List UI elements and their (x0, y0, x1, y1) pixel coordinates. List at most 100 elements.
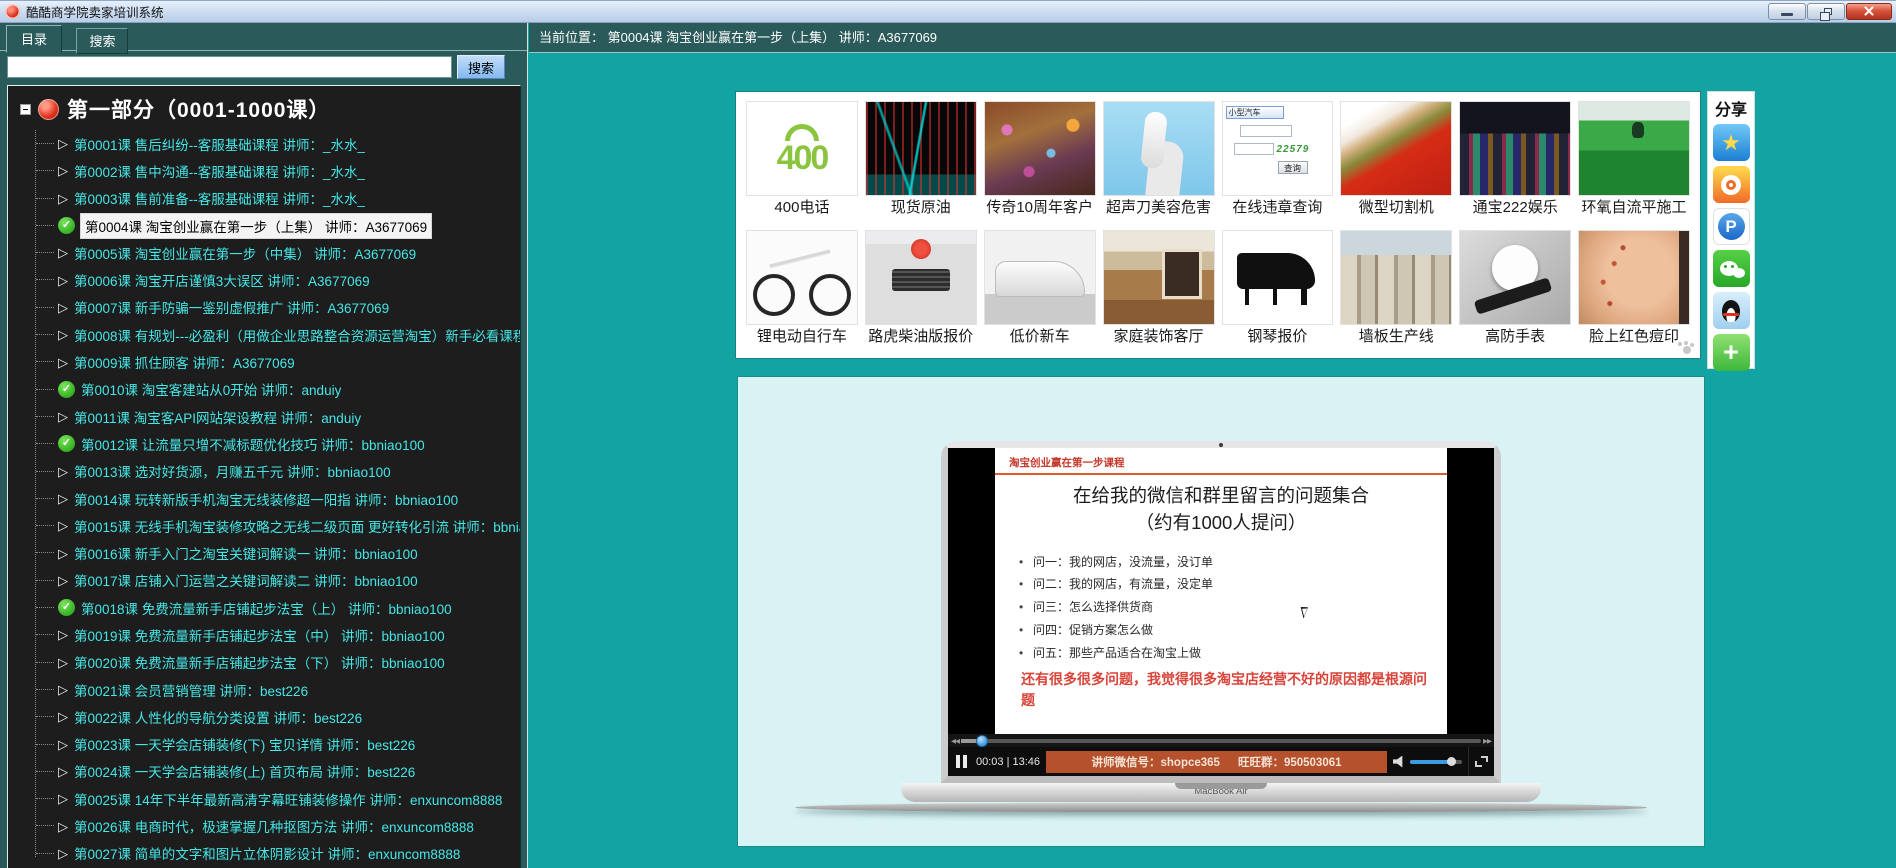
course-item-0011[interactable]: ▷第0011课 淘宝客API网站架设教程 讲师：anduiy (8, 403, 520, 430)
course-item-0022[interactable]: ▷第0022课 人性化的导航分类设置 讲师：best226 (8, 703, 520, 730)
seek-thumb[interactable] (976, 735, 988, 747)
ad-item[interactable]: 墙板生产线 (1340, 230, 1452, 349)
course-label: 第0006课 淘宝开店谨慎3大误区 讲师：A3677069 (74, 270, 370, 290)
course-item-0020[interactable]: ▷第0020课 免费流量新手店铺起步法宝（下） 讲师：bbniao100 (8, 649, 520, 676)
course-item-0025[interactable]: ▷第0025课 14年下半年最新高清字幕旺铺装修操作 讲师：enxuncom88… (8, 785, 520, 812)
ad-item[interactable]: 钢琴报价 (1222, 230, 1334, 349)
course-item-0010[interactable]: ✓第0010课 淘宝客建站从0开始 讲师：anduiy (8, 376, 520, 403)
player-controls: 00:03 | 13:46 讲师微信号：shopce365 旺旺群：950503… (948, 747, 1494, 776)
course-item-0006[interactable]: ▷第0006课 淘宝开店谨慎3大误区 讲师：A3677069 (8, 266, 520, 293)
rewind-icon[interactable]: ◀◀ (951, 737, 959, 745)
ad-item[interactable]: 传奇10周年客户 (984, 101, 1096, 220)
course-item-0008[interactable]: ▷第0008课 有规划---必盈利（用做企业思路整合资源运营淘宝）新手必看课程 (8, 321, 520, 348)
tab-directory[interactable]: 目录 (6, 25, 62, 53)
forward-icon[interactable]: ▶▶ (1483, 737, 1491, 745)
pengyou-share-icon[interactable]: P (1713, 208, 1750, 245)
course-item-0019[interactable]: ▷第0019课 免费流量新手店铺起步法宝（中） 讲师：bbniao100 (8, 621, 520, 648)
ad-label: 传奇10周年客户 (984, 196, 1096, 218)
play-icon: ▷ (58, 410, 68, 423)
weibo-share-icon[interactable] (1713, 166, 1750, 203)
search-button[interactable]: 搜索 (457, 55, 505, 79)
time-display: 00:03 | 13:46 (976, 756, 1040, 768)
ad-label: 在线违章查询 (1222, 196, 1334, 218)
course-label: 第0017课 店铺入门运营之关键词解读二 讲师：bbniao100 (74, 570, 418, 590)
ad-item[interactable]: 通宝222娱乐 (1459, 101, 1571, 220)
restore-button[interactable] (1807, 3, 1845, 20)
volume-control (1387, 747, 1468, 776)
course-item-0016[interactable]: ▷第0016课 新手入门之淘宝关键词解读一 讲师：bbniao100 (8, 539, 520, 566)
slide-title-line1: 在给我的微信和群里留言的问题集合 (1073, 485, 1369, 506)
course-item-0021[interactable]: ▷第0021课 会员营销管理 讲师：best226 (8, 676, 520, 703)
ad-item[interactable]: 现货原油 (865, 101, 977, 220)
course-item-0024[interactable]: ▷第0024课 一天学会店铺装修(上) 首页布局 讲师：best226 (8, 758, 520, 785)
laptop-base: MacBook Air (901, 783, 1541, 802)
laptop-shadow (795, 803, 1647, 812)
ad-label: 墙板生产线 (1340, 325, 1452, 347)
fullscreen-button[interactable] (1468, 747, 1494, 776)
more-share-icon[interactable]: + (1713, 334, 1750, 371)
course-item-0005[interactable]: ▷第0005课 淘宝创业赢在第一步（中集） 讲师：A3677069 (8, 239, 520, 266)
course-item-0018[interactable]: ✓第0018课 免费流量新手店铺起步法宝（上） 讲师：bbniao100 (8, 594, 520, 621)
play-icon: ▷ (58, 164, 68, 177)
course-label: 第0014课 玩转新版手机淘宝无线装修超一阳指 讲师：bbniao100 (74, 489, 458, 509)
ad-item[interactable]: 锂电动自行车 (746, 230, 858, 349)
slide-bullet: 问二：我的网店，有流量，没定单 (1019, 573, 1433, 596)
ad-item[interactable]: 家庭装饰客厅 (1103, 230, 1215, 349)
ad-item[interactable]: 超声刀美容危害 (1103, 101, 1215, 220)
course-item-0013[interactable]: ▷第0013课 选对好货源，月赚五千元 讲师：bbniao100 (8, 458, 520, 485)
course-item-0003[interactable]: ▷第0003课 售前准备--客服基础课程 讲师：_水水_ (8, 185, 520, 212)
play-icon: ▷ (58, 656, 68, 669)
seek-track[interactable] (961, 739, 1481, 743)
course-label: 第0016课 新手入门之淘宝关键词解读一 讲师：bbniao100 (74, 543, 418, 563)
slide-bullet: 问三：怎么选择供货商 (1019, 596, 1433, 619)
ad-thumbnail (865, 101, 977, 196)
minimize-button[interactable] (1768, 3, 1806, 20)
course-item-0007[interactable]: ▷第0007课 新手防骗一鉴别虚假推广 讲师：A3677069 (8, 294, 520, 321)
volume-knob[interactable] (1447, 757, 1456, 766)
course-item-0009[interactable]: ▷第0009课 抓住顾客 讲师：A3677069 (8, 348, 520, 375)
ad-item[interactable]: 路虎柴油版报价 (865, 230, 977, 349)
pause-button[interactable] (948, 755, 974, 768)
course-item-0012[interactable]: ✓第0012课 让流量只增不减标题优化技巧 讲师：bbniao100 (8, 430, 520, 457)
qzone-share-icon[interactable]: ★ (1713, 124, 1750, 161)
course-item-0023[interactable]: ▷第0023课 一天学会店铺装修(下) 宝贝详情 讲师：best226 (8, 731, 520, 758)
webcam-icon (1219, 443, 1223, 447)
breadcrumb: 当前位置： 第0004课 淘宝创业赢在第一步（上集） 讲师：A3677069 (529, 23, 1896, 53)
ad-item[interactable]: 微型切割机 (1340, 101, 1452, 220)
volume-fill (1410, 760, 1451, 764)
speaker-icon[interactable] (1393, 756, 1406, 768)
course-item-0017[interactable]: ▷第0017课 店铺入门运营之关键词解读二 讲师：bbniao100 (8, 567, 520, 594)
course-item-0014[interactable]: ▷第0014课 玩转新版手机淘宝无线装修超一阳指 讲师：bbniao100 (8, 485, 520, 512)
video-area[interactable]: 淘宝创业赢在第一步课程 在给我的微信和群里留言的问题集合 （约有1000人提问）… (948, 448, 1494, 734)
ad-item[interactable]: 高防手表 (1459, 230, 1571, 349)
course-item-0004-selected[interactable]: ✓第0004课 淘宝创业赢在第一步（上集） 讲师：A3677069 (8, 212, 520, 239)
search-input[interactable] (7, 56, 452, 78)
ad-item[interactable]: 脸上红色痘印 (1578, 230, 1690, 349)
ad-item[interactable]: 小型汽车 22579 查询 在线违章查询 (1222, 101, 1334, 220)
course-item-0002[interactable]: ▷第0002课 售中沟通--客服基础课程 讲师：_水水_ (8, 157, 520, 184)
course-item-0015[interactable]: ▷第0015课 无线手机淘宝装修攻略之无线二级页面 更好转化引流 讲师：bbni… (8, 512, 520, 539)
ad-label: 路虎柴油版报价 (865, 325, 977, 347)
tab-search[interactable]: 搜索 (76, 28, 128, 54)
course-item-0001[interactable]: ▷第0001课 售后纠纷--客服基础课程 讲师：_水水_ (8, 130, 520, 157)
ad-item[interactable]: 低价新车 (984, 230, 1096, 349)
ad-item[interactable]: 环氧自流平施工 (1578, 101, 1690, 220)
collapse-expander-icon[interactable] (20, 104, 31, 115)
mini-query-button: 查询 (1278, 161, 1308, 174)
play-icon: ▷ (58, 683, 68, 696)
pause-icon (956, 755, 967, 768)
qq-share-icon[interactable] (1713, 292, 1750, 329)
play-icon: ▷ (58, 628, 68, 641)
tree-root-node[interactable]: 第一部分（0001-1000课） (8, 88, 520, 130)
wechat-share-icon[interactable] (1713, 250, 1750, 287)
course-item-0026[interactable]: ▷第0026课 电商时代，极速掌握几种抠图方法 讲师：enxuncom8888 (8, 812, 520, 839)
close-button[interactable] (1846, 3, 1892, 20)
ad-label: 锂电动自行车 (746, 325, 858, 347)
course-tree: 第一部分（0001-1000课） ▷第0001课 售后纠纷--客服基础课程 讲师… (8, 86, 520, 867)
course-tree-panel[interactable]: 第一部分（0001-1000课） ▷第0001课 售后纠纷--客服基础课程 讲师… (7, 85, 521, 868)
ad-item[interactable]: 400400电话 (746, 101, 858, 220)
volume-slider[interactable] (1410, 760, 1462, 764)
course-item-0027[interactable]: ▷第0027课 简单的文字和图片立体阴影设计 讲师：enxuncom8888 (8, 840, 520, 867)
ad-label: 400电话 (746, 196, 858, 218)
laptop-screen: 淘宝创业赢在第一步课程 在给我的微信和群里留言的问题集合 （约有1000人提问）… (941, 441, 1501, 783)
